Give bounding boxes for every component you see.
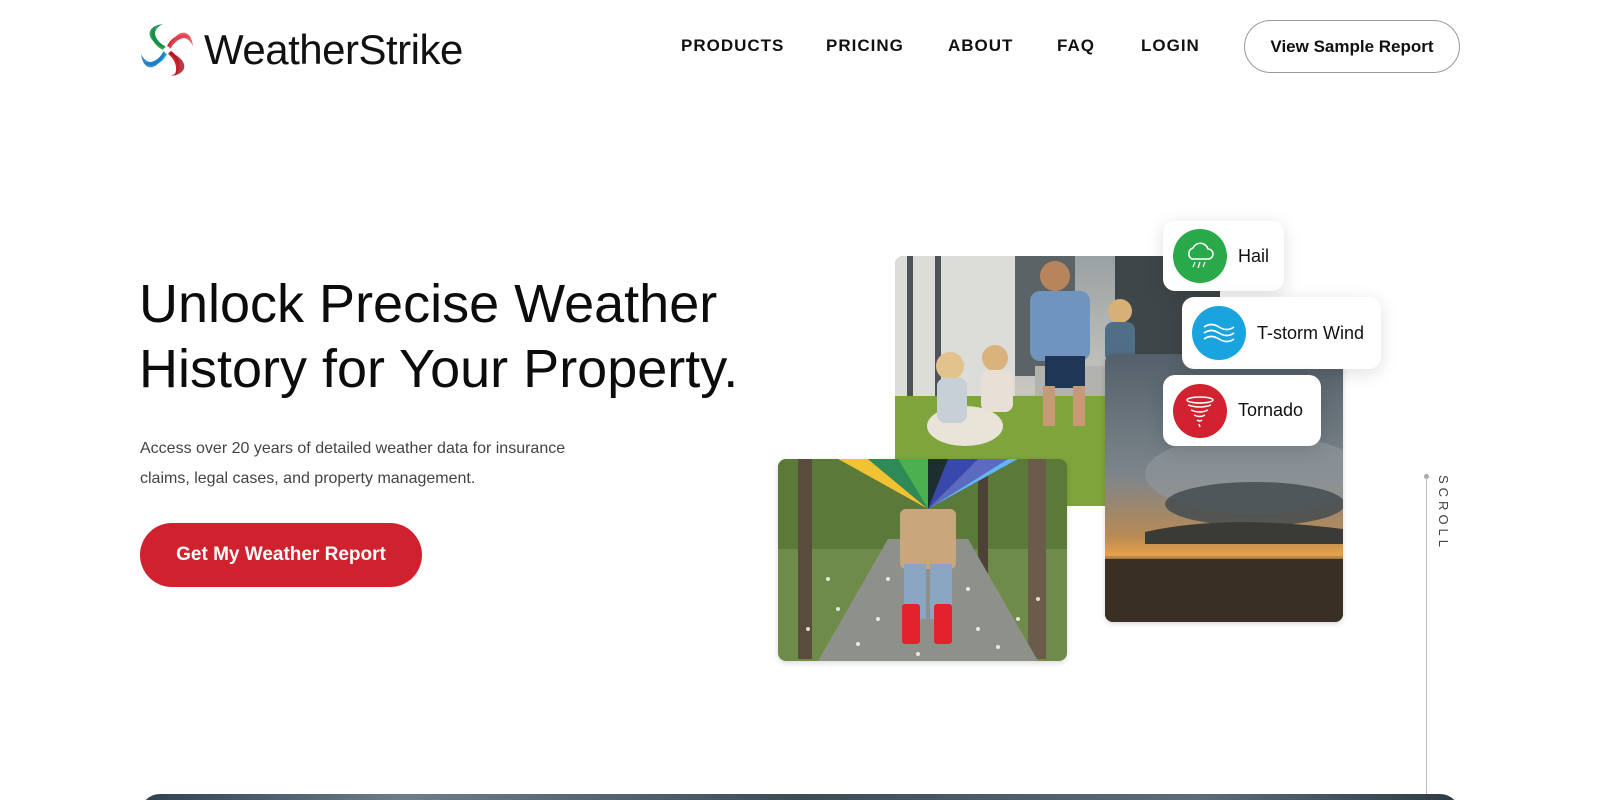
nav-about[interactable]: ABOUT	[948, 36, 1013, 56]
scroll-label[interactable]: SCROLL	[1436, 475, 1451, 551]
hail-chip: Hail	[1163, 221, 1284, 291]
nav-faq[interactable]: FAQ	[1057, 36, 1095, 56]
get-weather-report-button[interactable]: Get My Weather Report	[140, 523, 422, 587]
tornado-chip: Tornado	[1163, 375, 1321, 446]
tornado-label: Tornado	[1238, 400, 1304, 420]
scroll-indicator-line	[1426, 478, 1427, 800]
nav-products[interactable]: PRODUCTS	[681, 36, 784, 56]
hero-subtext: Access over 20 years of detailed weather…	[140, 440, 566, 487]
hero-headline-line1: Unlock Precise Weather	[139, 274, 718, 334]
tstorm-wind-chip: T-storm Wind	[1182, 297, 1381, 369]
hail-label: Hail	[1238, 245, 1270, 266]
hail-cloud-icon	[1173, 229, 1227, 283]
view-sample-report-button[interactable]: View Sample Report	[1244, 20, 1460, 73]
logo-swirl-icon	[141, 24, 193, 76]
tornado-icon	[1173, 383, 1227, 438]
next-section-image-edge	[140, 794, 1460, 800]
wind-icon	[1192, 306, 1246, 360]
brand-logo[interactable]: WeatherStrike	[140, 22, 463, 78]
brand-name: WeatherStrike	[204, 26, 463, 73]
hero-headline-line2: History for Your Property.	[139, 339, 739, 399]
umbrella-rain-photo	[778, 459, 1067, 661]
nav-login[interactable]: LOGIN	[1141, 36, 1200, 56]
nav-pricing[interactable]: PRICING	[826, 36, 904, 56]
hero-headline: Unlock Precise Weather History for Your …	[139, 272, 738, 402]
tstorm-wind-label: T-storm Wind	[1257, 322, 1365, 343]
